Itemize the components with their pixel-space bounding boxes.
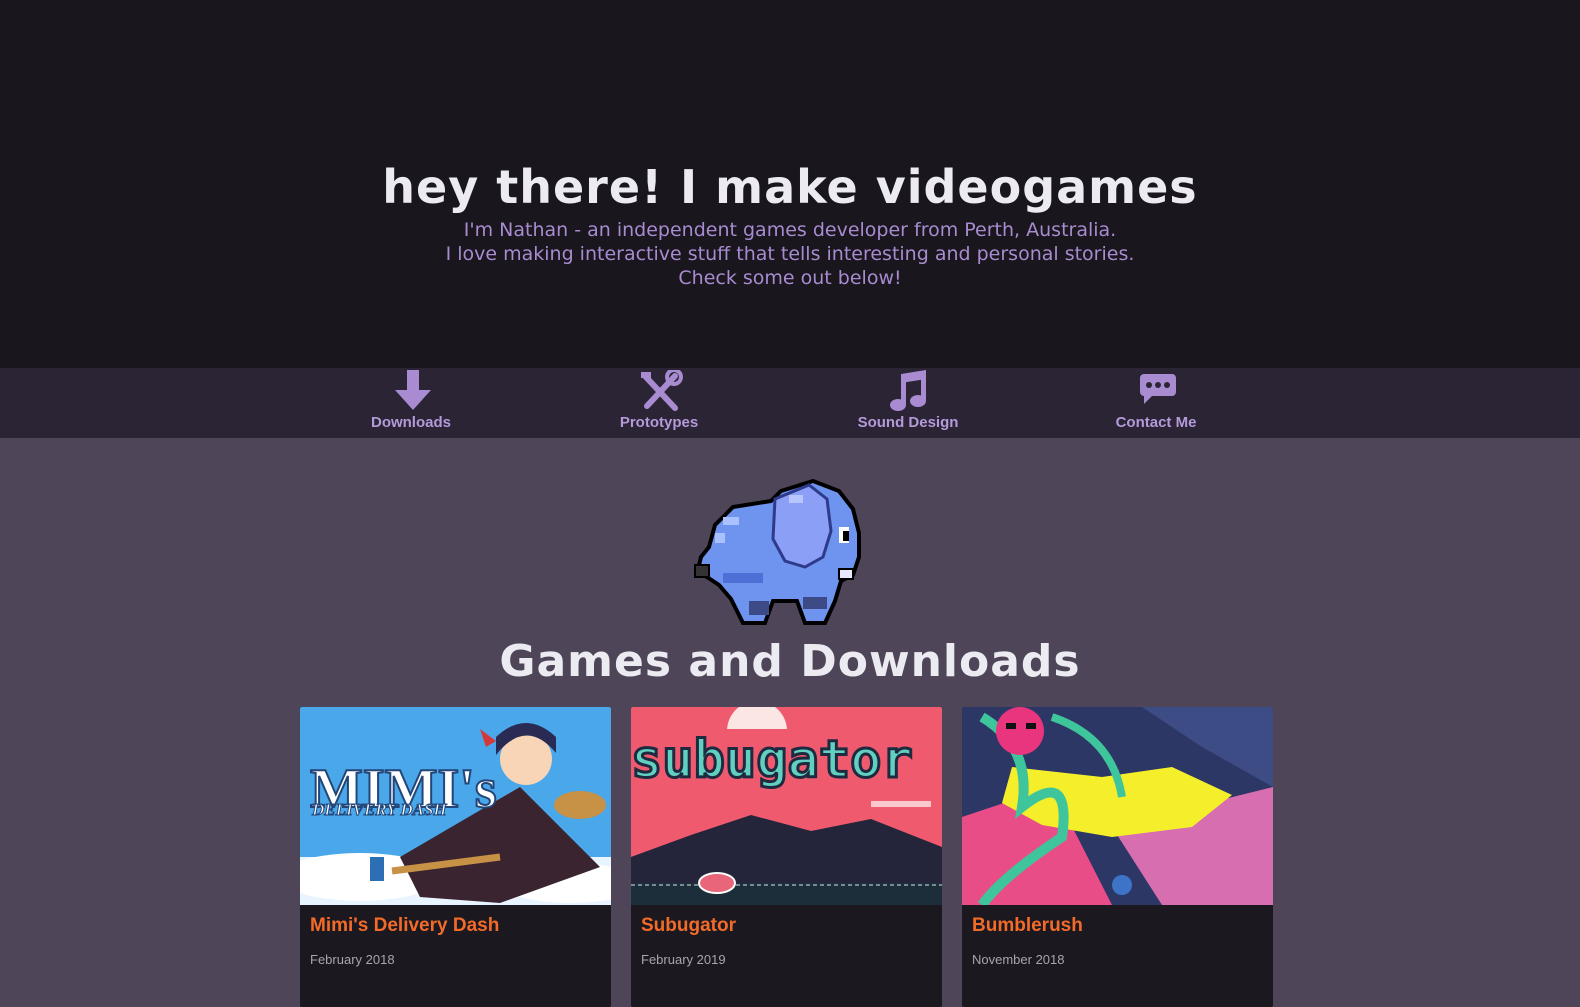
nav-item-contact[interactable]: Contact Me xyxy=(1066,368,1246,438)
tools-icon xyxy=(641,370,683,411)
chat-bubble-icon xyxy=(1140,374,1176,404)
game-title[interactable]: Subugator xyxy=(641,915,736,937)
pixel-elephant-icon xyxy=(694,478,861,625)
game-card-mimi[interactable]: MIMI's DELIVERY DASH Mimi's Delivery Das… xyxy=(300,707,611,1007)
nav-item-prototypes[interactable]: Prototypes xyxy=(569,368,749,438)
main-nav: Downloads Prototypes Sound Design Contac… xyxy=(0,368,1580,438)
nav-label-sound-design: Sound Design xyxy=(857,414,959,431)
nav-label-contact: Contact Me xyxy=(1115,414,1197,431)
download-arrow-icon xyxy=(395,370,431,410)
game-title[interactable]: Mimi's Delivery Dash xyxy=(310,915,499,937)
game-card-bumblerush[interactable]: Bumblerush November 2018 xyxy=(962,707,1273,1007)
game-thumbnail xyxy=(962,707,1273,905)
game-title[interactable]: Bumblerush xyxy=(972,915,1083,937)
game-thumbnail: subugator xyxy=(631,707,942,905)
hero-section: hey there! I make videogames I'm Nathan … xyxy=(0,0,1580,368)
nav-label-downloads: Downloads xyxy=(370,414,451,431)
hero-intro-line: I'm Nathan - an independent games develo… xyxy=(463,219,1117,241)
music-note-icon xyxy=(890,370,926,411)
game-thumbnail: MIMI's DELIVERY DASH xyxy=(300,707,611,905)
nav-label-prototypes: Prototypes xyxy=(619,414,699,431)
thumb-title-subugator: subugator xyxy=(631,730,913,790)
game-date: February 2018 xyxy=(310,952,395,967)
game-card-subugator[interactable]: subugator Subugator February 2019 xyxy=(631,707,942,1007)
game-date: February 2019 xyxy=(641,952,726,967)
game-date: November 2018 xyxy=(972,952,1065,967)
hero-intro-line: I love making interactive stuff that tel… xyxy=(445,243,1135,265)
nav-item-downloads[interactable]: Downloads xyxy=(321,368,501,438)
hero-intro-line: Check some out below! xyxy=(678,267,902,289)
section-title: Games and Downloads xyxy=(499,636,1081,687)
hero-title: hey there! I make videogames xyxy=(382,160,1198,214)
thumb-subtitle-mimi: DELIVERY DASH xyxy=(311,800,447,819)
hero-intro: I'm Nathan - an independent games develo… xyxy=(0,218,1580,290)
nav-item-sound-design[interactable]: Sound Design xyxy=(818,368,998,438)
